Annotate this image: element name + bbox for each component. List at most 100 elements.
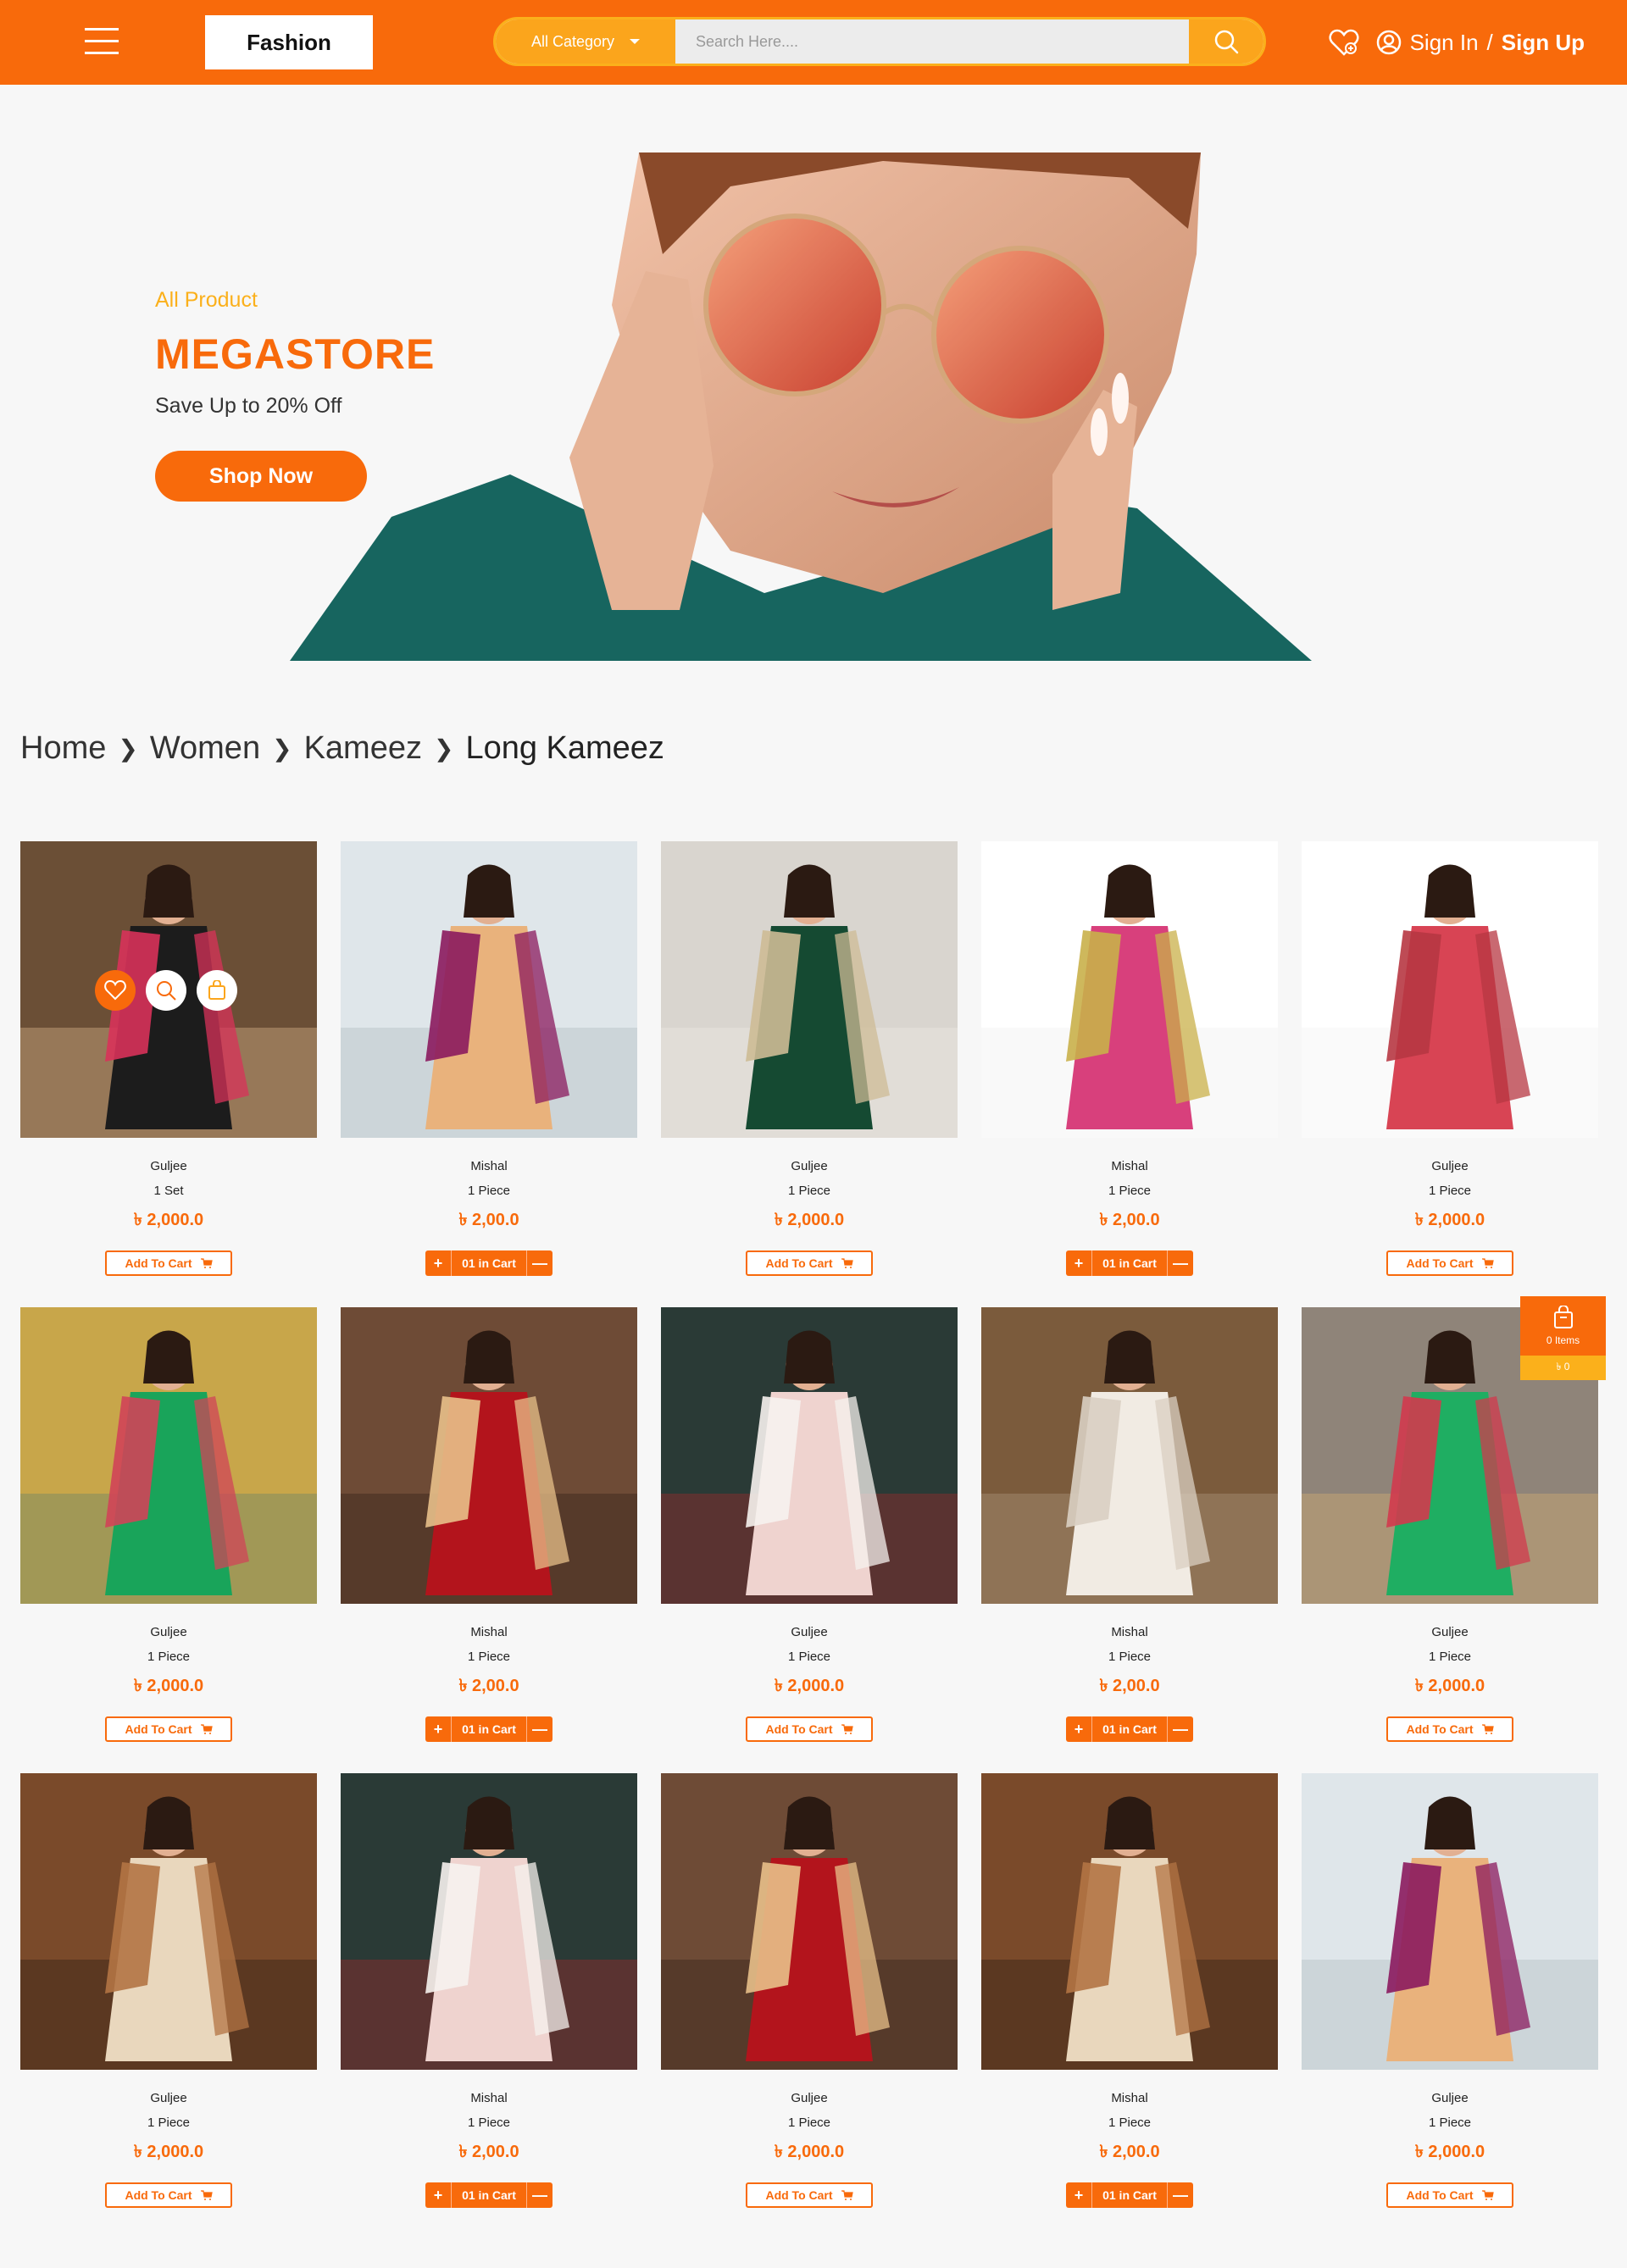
heart-icon[interactable]	[95, 970, 136, 1011]
product-card[interactable]: Mishal 1 Piece ৳ 2,00.0 + 01 in Cart —	[341, 841, 637, 1276]
search-button[interactable]	[1189, 19, 1263, 64]
product-image[interactable]	[981, 1307, 1278, 1604]
category-dropdown[interactable]: All Category	[496, 19, 675, 64]
floating-cart-items: 0 Items	[1546, 1334, 1580, 1346]
product-image[interactable]	[661, 841, 958, 1138]
increase-button[interactable]: +	[1066, 1250, 1091, 1276]
product-image[interactable]	[341, 841, 637, 1138]
product-action: Add To Cart	[1386, 2182, 1513, 2208]
product-image[interactable]	[20, 1307, 317, 1604]
product-brand: Guljee	[150, 2091, 187, 2105]
add-to-cart-button[interactable]: Add To Cart	[746, 2182, 873, 2208]
product-image[interactable]	[1302, 1773, 1598, 2070]
product-card[interactable]: Mishal 1 Piece ৳ 2,00.0 + 01 in Cart —	[981, 1307, 1278, 1742]
logo[interactable]: Fashion	[205, 15, 373, 69]
product-card[interactable]: Guljee 1 Set ৳ 2,000.0 Add To Cart	[20, 841, 317, 1276]
add-to-cart-button[interactable]: Add To Cart	[1386, 1250, 1513, 1276]
decrease-button[interactable]: —	[1168, 1716, 1193, 1742]
increase-button[interactable]: +	[1066, 2182, 1091, 2208]
breadcrumb-kameez[interactable]: Kameez	[304, 730, 422, 767]
add-to-cart-button[interactable]: Add To Cart	[1386, 1716, 1513, 1742]
product-image[interactable]	[20, 1773, 317, 2070]
shopping-bag-icon	[1553, 1306, 1573, 1328]
product-image[interactable]	[981, 1773, 1278, 2070]
product-action: + 01 in Cart —	[425, 1716, 553, 1742]
product-card[interactable]: Guljee 1 Piece ৳ 2,000.0 Add To Cart	[661, 1773, 958, 2208]
product-unit: 1 Piece	[787, 2116, 831, 2130]
product-card[interactable]: Guljee 1 Piece ৳ 2,000.0 Add To Cart	[661, 841, 958, 1276]
auth-links: Sign In / Sign Up	[1376, 30, 1585, 56]
cart-quantity-control: + 01 in Cart —	[1066, 1250, 1193, 1276]
decrease-button[interactable]: —	[527, 1716, 553, 1742]
increase-button[interactable]: +	[425, 1250, 451, 1276]
add-to-cart-button[interactable]: Add To Cart	[1386, 2182, 1513, 2208]
product-card[interactable]: Mishal 1 Piece ৳ 2,00.0 + 01 in Cart —	[981, 1773, 1278, 2208]
product-action: Add To Cart	[746, 1716, 873, 1742]
product-price: ৳ 2,000.0	[774, 1211, 845, 1229]
product-card[interactable]: Guljee 1 Piece ৳ 2,000.0 Add To Cart	[20, 1307, 317, 1742]
product-image[interactable]	[341, 1307, 637, 1604]
shop-now-button[interactable]: Shop Now	[155, 451, 367, 502]
product-image[interactable]	[661, 1307, 958, 1604]
cart-quantity-control: + 01 in Cart —	[1066, 1716, 1193, 1742]
add-to-cart-label: Add To Cart	[1406, 1256, 1474, 1270]
hero-text: All Product MEGASTORE Save Up to 20% Off…	[155, 288, 435, 502]
product-brand: Mishal	[1111, 1159, 1148, 1173]
product-image[interactable]	[341, 1773, 637, 2070]
cart-quantity-control: + 01 in Cart —	[1066, 2182, 1193, 2208]
decrease-button[interactable]: —	[527, 1250, 553, 1276]
sign-in-link[interactable]: Sign In	[1410, 30, 1479, 56]
add-to-cart-label: Add To Cart	[125, 1722, 192, 1736]
product-meta: Guljee 1 Piece ৳ 2,000.0	[1302, 1625, 1598, 1701]
product-brand: Guljee	[791, 1625, 828, 1639]
menu-icon[interactable]	[85, 28, 119, 55]
add-to-cart-label: Add To Cart	[765, 1256, 833, 1270]
increase-button[interactable]: +	[425, 2182, 451, 2208]
breadcrumb-current: Long Kameez	[465, 730, 664, 766]
add-to-cart-button[interactable]: Add To Cart	[105, 1250, 232, 1276]
search-icon[interactable]	[146, 970, 186, 1011]
increase-button[interactable]: +	[425, 1716, 451, 1742]
add-to-cart-button[interactable]: Add To Cart	[746, 1716, 873, 1742]
product-card[interactable]: Mishal 1 Piece ৳ 2,00.0 + 01 in Cart —	[341, 1307, 637, 1742]
header-actions: Sign In / Sign Up	[1329, 24, 1585, 61]
chevron-right-icon: ❯	[118, 735, 138, 762]
wishlist-icon[interactable]	[1329, 28, 1359, 57]
product-card[interactable]: Guljee 1 Piece ৳ 2,000.0 Add To Cart	[1302, 841, 1598, 1276]
product-image[interactable]	[981, 841, 1278, 1138]
sign-up-link[interactable]: Sign Up	[1502, 30, 1585, 56]
product-unit: 1 Piece	[467, 1650, 511, 1664]
product-action: Add To Cart	[746, 1250, 873, 1276]
product-card[interactable]: Mishal 1 Piece ৳ 2,00.0 + 01 in Cart —	[981, 841, 1278, 1276]
increase-button[interactable]: +	[1066, 1716, 1091, 1742]
product-unit: 1 Piece	[1108, 1650, 1152, 1664]
add-to-cart-label: Add To Cart	[125, 2188, 192, 2202]
product-card[interactable]: Guljee 1 Piece ৳ 2,000.0 Add To Cart	[661, 1307, 958, 1742]
card-quick-actions	[95, 970, 237, 1011]
product-action: Add To Cart	[1386, 1250, 1513, 1276]
cart-quantity-control: + 01 in Cart —	[425, 1250, 553, 1276]
caret-down-icon	[630, 39, 641, 44]
decrease-button[interactable]: —	[1168, 1250, 1193, 1276]
product-card[interactable]: Mishal 1 Piece ৳ 2,00.0 + 01 in Cart —	[341, 1773, 637, 2208]
product-image[interactable]	[1302, 841, 1598, 1138]
decrease-button[interactable]: —	[527, 2182, 553, 2208]
add-to-cart-button[interactable]: Add To Cart	[105, 1716, 232, 1742]
breadcrumb-home[interactable]: Home	[20, 730, 106, 767]
add-to-cart-button[interactable]: Add To Cart	[746, 1250, 873, 1276]
add-to-cart-button[interactable]: Add To Cart	[105, 2182, 232, 2208]
cart-icon	[200, 1724, 213, 1734]
product-meta: Mishal 1 Piece ৳ 2,00.0	[341, 2091, 637, 2167]
product-card[interactable]: Guljee 1 Piece ৳ 2,000.0 Add To Cart	[20, 1773, 317, 2208]
product-image[interactable]	[661, 1773, 958, 2070]
breadcrumb-women[interactable]: Women	[150, 730, 260, 767]
product-image[interactable]	[20, 841, 317, 1138]
decrease-button[interactable]: —	[1168, 2182, 1193, 2208]
in-cart-label: 01 in Cart	[1091, 1716, 1168, 1742]
product-card[interactable]: Guljee 1 Piece ৳ 2,000.0 Add To Cart	[1302, 1773, 1598, 2208]
bag-icon[interactable]	[197, 970, 237, 1011]
hero-description: Save Up to 20% Off	[155, 394, 342, 418]
floating-cart[interactable]: 0 Items ৳ 0	[1520, 1296, 1606, 1380]
product-meta: Guljee 1 Piece ৳ 2,000.0	[661, 2091, 958, 2167]
search-input[interactable]	[675, 19, 1189, 64]
